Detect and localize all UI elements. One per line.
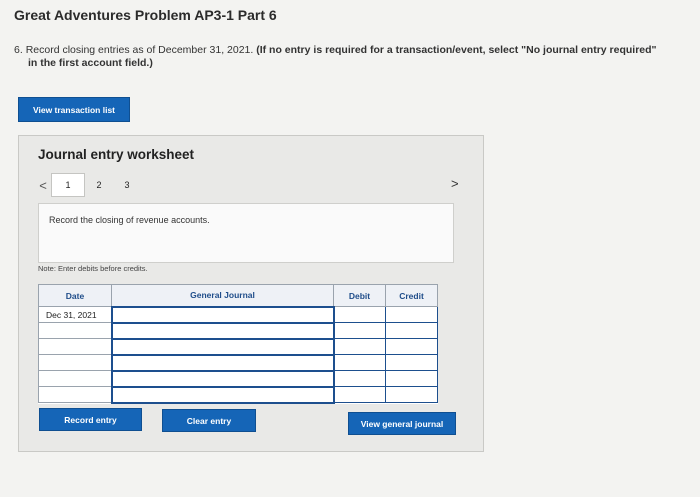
debit-field[interactable] (333, 370, 386, 387)
date-cell[interactable] (38, 338, 112, 355)
journal-entry-worksheet: Journal entry worksheet < 1 2 3 > Record… (18, 135, 484, 452)
credit-field[interactable] (385, 386, 438, 403)
journal-entry-table: Date General Journal Debit Credit Dec 31… (38, 284, 438, 404)
record-entry-button[interactable]: Record entry (39, 408, 142, 431)
instructions: 6. Record closing entries as of December… (14, 44, 684, 70)
credit-field[interactable] (385, 322, 438, 339)
worksheet-pager: < 1 2 3 (35, 172, 141, 198)
debit-column-header: Debit (333, 284, 386, 307)
instruction-note: (If no entry is required for a transacti… (256, 44, 657, 56)
account-field[interactable] (110, 385, 335, 404)
account-field[interactable] (110, 321, 335, 340)
worksheet-title: Journal entry worksheet (38, 147, 195, 162)
debit-field[interactable] (333, 354, 386, 371)
account-field[interactable] (110, 305, 335, 324)
credit-field[interactable] (385, 338, 438, 355)
pager-page-3[interactable]: 3 (113, 173, 141, 197)
debit-field[interactable] (333, 322, 386, 339)
debit-credit-note: Note: Enter debits before credits. (38, 264, 148, 273)
account-column-header: General Journal (111, 284, 334, 307)
credit-field[interactable] (385, 306, 438, 323)
date-cell[interactable]: Dec 31, 2021 (38, 306, 112, 323)
table-row (38, 369, 438, 388)
date-cell[interactable] (38, 322, 112, 339)
view-transaction-list-button[interactable]: View transaction list (18, 97, 130, 122)
pager-page-1[interactable]: 1 (51, 173, 85, 197)
date-cell[interactable] (38, 370, 112, 387)
credit-column-header: Credit (385, 284, 438, 307)
pager-page-2[interactable]: 2 (85, 173, 113, 197)
account-field[interactable] (110, 337, 335, 356)
credit-field[interactable] (385, 354, 438, 371)
view-general-journal-button[interactable]: View general journal (348, 412, 456, 435)
page-title: Great Adventures Problem AP3-1 Part 6 (14, 7, 277, 23)
clear-entry-button[interactable]: Clear entry (162, 409, 256, 432)
table-row (38, 353, 438, 372)
table-row (38, 337, 438, 356)
next-page-icon[interactable]: > (451, 176, 459, 191)
table-row: Dec 31, 2021 (38, 305, 438, 324)
account-field[interactable] (110, 369, 335, 388)
table-row (38, 385, 438, 404)
instruction-note-continued: in the first account field.) (28, 57, 153, 69)
credit-field[interactable] (385, 370, 438, 387)
instruction-text: Record closing entries as of December 31… (25, 44, 254, 56)
prev-page-icon[interactable]: < (35, 178, 51, 193)
debit-field[interactable] (333, 338, 386, 355)
debit-field[interactable] (333, 306, 386, 323)
table-row (38, 321, 438, 340)
date-column-header: Date (38, 284, 112, 307)
debit-field[interactable] (333, 386, 386, 403)
account-field[interactable] (110, 353, 335, 372)
entry-description: Record the closing of revenue accounts. (38, 203, 454, 263)
date-cell[interactable] (38, 354, 112, 371)
instruction-number: 6. (14, 44, 23, 56)
date-cell[interactable] (38, 386, 112, 403)
